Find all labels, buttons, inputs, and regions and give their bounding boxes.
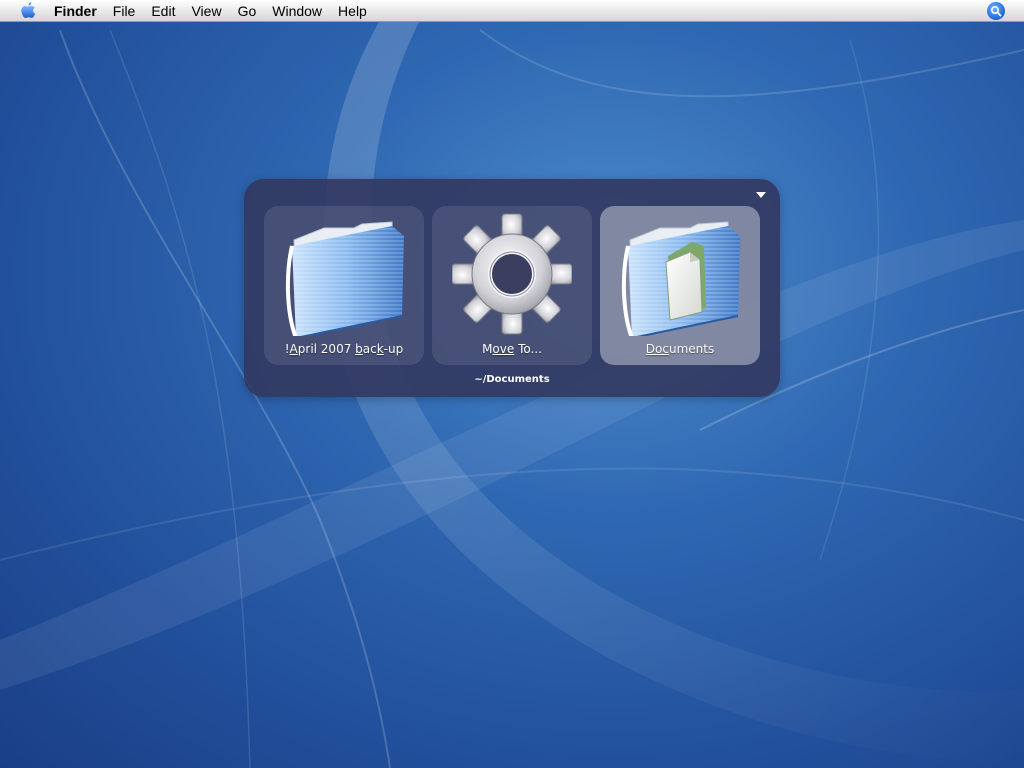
result-pane-action[interactable]: Move To... [432,206,592,365]
menu-view[interactable]: View [183,0,229,22]
spotlight-search-icon[interactable] [987,2,1005,20]
menu-help[interactable]: Help [330,0,375,22]
result-pane-target[interactable]: Documents [600,206,760,365]
documents-folder-icon [621,221,740,336]
path-label: ~/Documents [474,374,550,385]
launcher-panel: !April 2007 back-up Move To... Documents… [244,179,780,397]
pane-label-backup: !April 2007 back-up [284,342,404,356]
menu-window[interactable]: Window [264,0,330,22]
menu-go[interactable]: Go [230,0,265,22]
apple-icon[interactable] [18,1,38,21]
triangle-down-icon[interactable] [756,192,766,198]
pane-label-move-to: Move To... [482,342,542,356]
menu-edit[interactable]: Edit [143,0,183,22]
folder-icon [285,221,404,336]
pane-label-documents: Documents [645,342,715,356]
menu-bar: Finder File Edit View Go Window Help [0,0,1024,22]
menu-finder[interactable]: Finder [50,0,105,22]
menu-file[interactable]: File [105,0,144,22]
result-pane-folder[interactable]: !April 2007 back-up [264,206,424,365]
gear-icon [452,213,572,335]
